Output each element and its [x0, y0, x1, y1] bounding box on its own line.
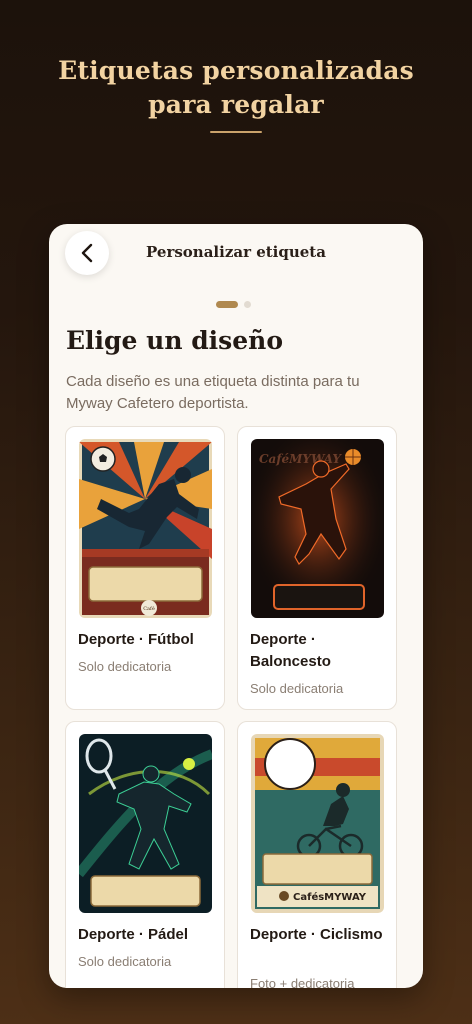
hero-underline	[210, 131, 262, 133]
screen-title: Personalizar etiqueta	[146, 243, 326, 261]
design-subtitle: Solo dedicatoria	[78, 954, 172, 969]
design-thumbnail-ciclismo: CafésMYWAY	[251, 734, 384, 913]
design-thumbnail-futbol: Café	[79, 439, 212, 618]
hero-title-line-1: Etiquetas personalizadas	[58, 56, 414, 85]
page-indicator	[216, 301, 251, 308]
design-title: Deporte · Ciclismo	[250, 926, 383, 943]
hero-title: Etiquetas personalizadas para regalar	[0, 54, 472, 122]
design-thumbnail-baloncesto: CaféMYWAY	[251, 439, 384, 618]
design-subtitle: Solo dedicatoria	[250, 681, 344, 696]
ciclismo-brand-text: CafésMYWAY	[293, 891, 367, 903]
section-description: Cada diseño es una etiqueta distinta par…	[66, 373, 360, 412]
design-card-baloncesto[interactable]: CaféMYWAY Deporte · Baloncesto Solo dedi…	[237, 426, 397, 710]
customize-label-screen: Personalizar etiqueta Elige un diseño Ca…	[49, 224, 423, 988]
design-subtitle: Solo dedicatoria	[78, 659, 172, 674]
design-title: Deporte · Fútbol	[78, 631, 194, 648]
design-card-futbol[interactable]: Café Deporte · Fútbol Solo dedicatoria	[65, 426, 225, 710]
design-title: Deporte · Pádel	[78, 926, 189, 943]
design-card-ciclismo[interactable]: CafésMYWAY Deporte · Ciclismo Foto + ded…	[237, 721, 397, 988]
design-subtitle: Foto + dedicatoria	[250, 976, 355, 988]
futbol-badge-text: Café	[143, 605, 155, 612]
hero-title-line-2: para regalar	[148, 90, 324, 119]
section-title: Elige un diseño	[66, 326, 284, 355]
design-title: Deporte · Baloncesto	[250, 631, 331, 670]
baloncesto-brand-text: CaféMYWAY	[259, 452, 342, 466]
design-card-padel[interactable]: Deporte · Pádel Solo dedicatoria	[65, 721, 225, 988]
page-dot-active	[216, 301, 238, 308]
page-dot	[244, 301, 251, 308]
design-thumbnail-padel	[79, 734, 212, 913]
